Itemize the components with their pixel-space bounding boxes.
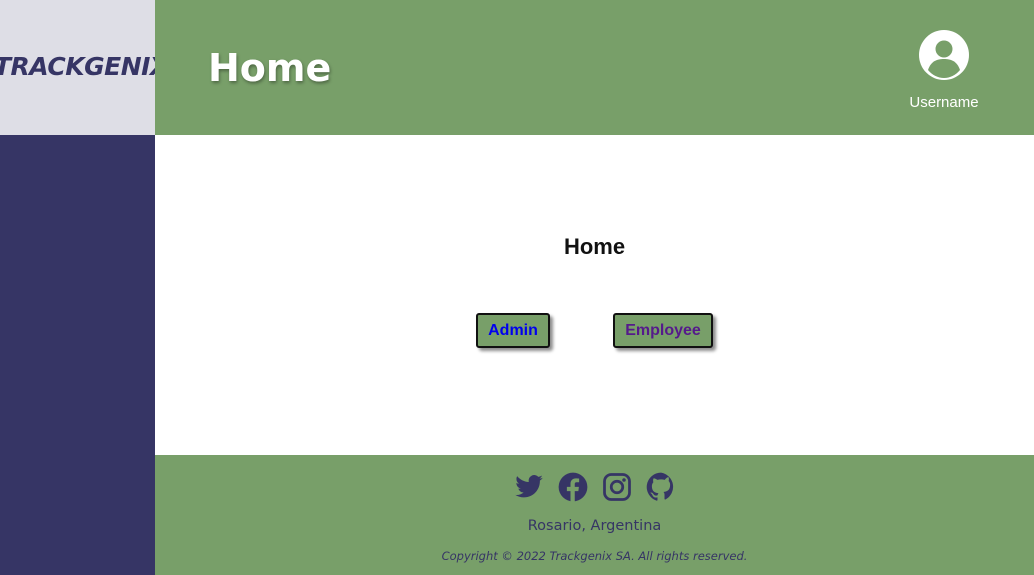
footer-location: Rosario, Argentina xyxy=(527,518,662,534)
facebook-link[interactable] xyxy=(558,472,588,502)
footer-copyright: Copyright © 2022 Trackgenix SA. All righ… xyxy=(441,549,748,563)
footer: Rosario, Argentina Copyright © 2022 Trac… xyxy=(155,455,1034,575)
admin-button[interactable]: Admin xyxy=(476,313,550,348)
github-link[interactable] xyxy=(646,472,676,502)
logo-area: TRACKGENIX xyxy=(0,0,155,135)
main-title: Home xyxy=(563,234,626,259)
twitter-link[interactable] xyxy=(514,472,544,502)
instagram-icon xyxy=(602,473,631,501)
employee-button[interactable]: Employee xyxy=(613,313,713,348)
sidebar xyxy=(0,135,155,575)
user-avatar-icon[interactable] xyxy=(919,30,969,80)
facebook-icon xyxy=(558,472,587,502)
page-title: Home xyxy=(208,46,332,90)
user-menu[interactable]: Username xyxy=(904,30,984,111)
main-content: Home Admin Employee xyxy=(155,135,1034,455)
username-label: Username xyxy=(909,94,979,111)
twitter-icon xyxy=(514,475,543,498)
instagram-link[interactable] xyxy=(602,472,632,502)
social-links xyxy=(155,472,1034,502)
github-icon xyxy=(646,472,673,501)
logo: TRACKGENIX xyxy=(0,52,155,81)
header: Home Username xyxy=(155,0,1034,135)
